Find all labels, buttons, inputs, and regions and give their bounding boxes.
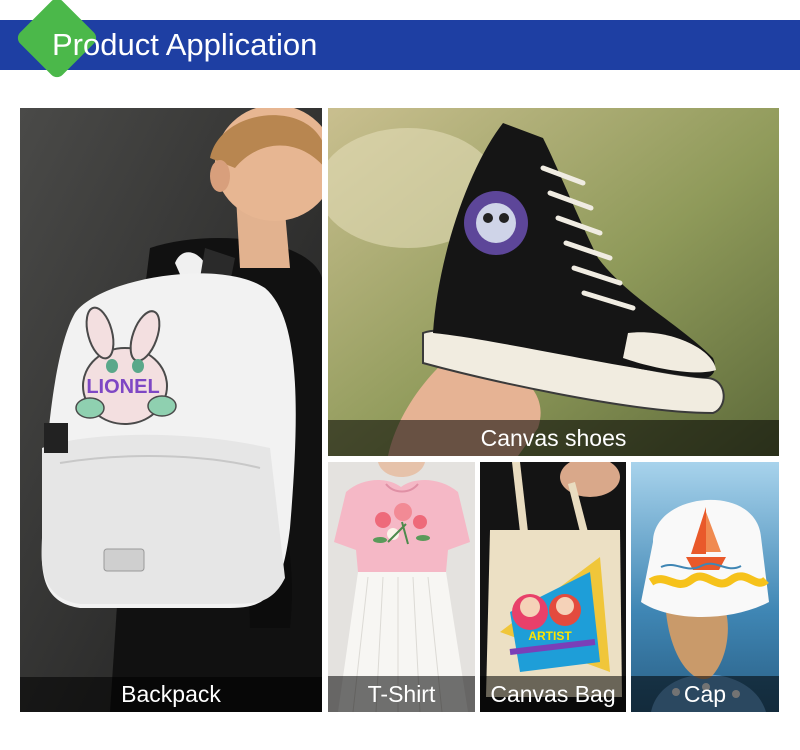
caption-canvas-bag: Canvas Bag — [480, 676, 626, 712]
canvas-bag-photo: ARTIST — [480, 462, 626, 712]
product-tile-backpack: LIONEL Backpack — [20, 108, 322, 712]
caption-canvas-shoes: Canvas shoes — [328, 420, 779, 456]
product-tile-cap: Cap — [631, 462, 779, 712]
product-tile-canvas-bag: ARTIST Canvas Bag — [480, 462, 626, 712]
caption-backpack: Backpack — [20, 677, 322, 712]
canvas-shoes-photo — [328, 108, 779, 456]
caption-tshirt: T-Shirt — [328, 676, 475, 712]
caption-cap: Cap — [631, 676, 779, 712]
tshirt-photo — [328, 462, 475, 712]
bag-print-text: ARTIST — [528, 629, 572, 643]
product-tile-tshirt: T-Shirt — [328, 462, 475, 712]
cap-photo — [631, 462, 779, 712]
backpack-photo: LIONEL — [20, 108, 322, 712]
backpack-print-text: LIONEL — [86, 376, 159, 398]
page-title: Product Application — [52, 27, 318, 62]
product-tile-canvas-shoes: Canvas shoes — [328, 108, 779, 456]
